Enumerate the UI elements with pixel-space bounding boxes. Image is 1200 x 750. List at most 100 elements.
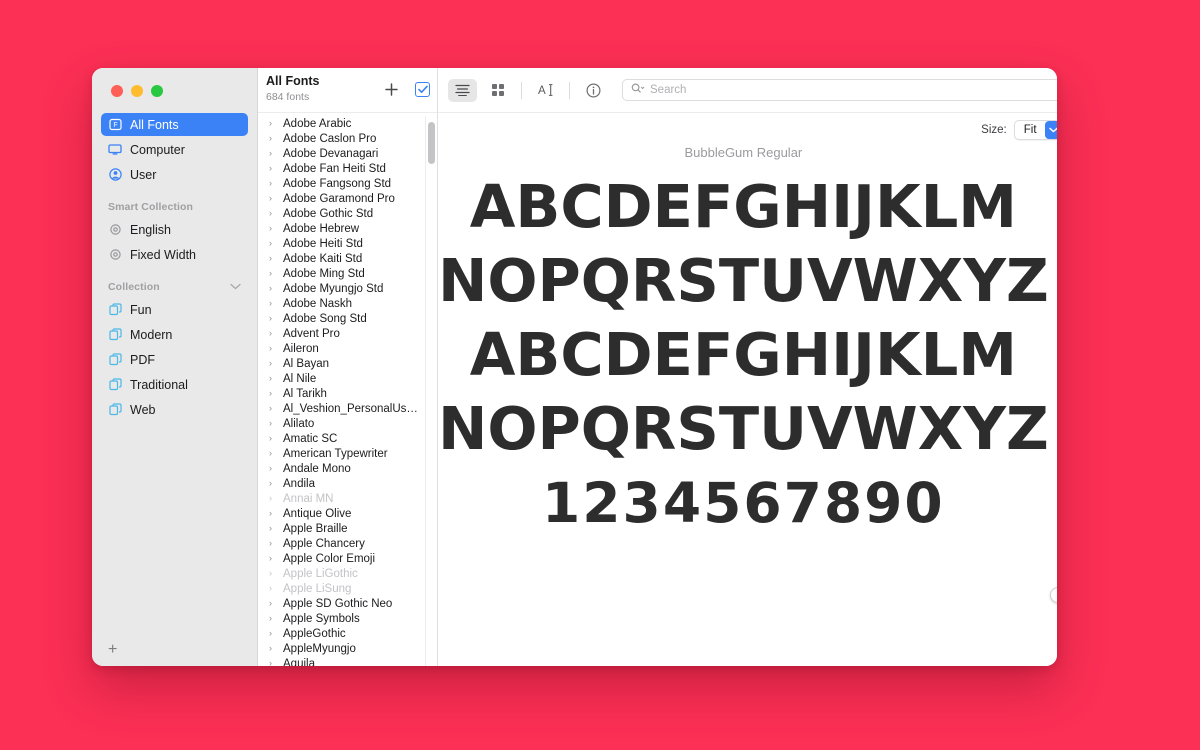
font-list-item[interactable]: › Amatic SC — [258, 431, 437, 446]
font-list-item[interactable]: › Adobe Heiti Std — [258, 236, 437, 251]
validate-fonts-checkbox[interactable] — [414, 81, 431, 98]
chevron-right-icon[interactable]: › — [269, 404, 276, 413]
font-list-scrollbar[interactable] — [428, 116, 435, 662]
font-list-item[interactable]: › Apple LiSung — [258, 581, 437, 596]
chevron-right-icon[interactable]: › — [269, 464, 276, 473]
chevron-right-icon[interactable]: › — [269, 254, 276, 263]
custom-text-button[interactable]: A — [531, 79, 560, 102]
font-list-item[interactable]: › Adobe Kaiti Std — [258, 251, 437, 266]
font-list-item[interactable]: › Al Bayan — [258, 356, 437, 371]
sidebar-item-user[interactable]: User — [101, 163, 248, 186]
add-collection-button[interactable]: + — [92, 634, 257, 666]
sidebar-item-english[interactable]: English — [101, 218, 248, 241]
font-list-item[interactable]: › Adobe Arabic — [258, 116, 437, 131]
font-list-item[interactable]: › Aquila — [258, 656, 437, 667]
chevron-right-icon[interactable]: › — [269, 194, 276, 203]
chevron-right-icon[interactable]: › — [269, 119, 276, 128]
chevron-right-icon[interactable]: › — [269, 179, 276, 188]
font-list-item[interactable]: › Andale Mono — [258, 461, 437, 476]
chevron-right-icon[interactable]: › — [269, 584, 276, 593]
chevron-right-icon[interactable]: › — [269, 539, 276, 548]
font-list-item[interactable]: › American Typewriter — [258, 446, 437, 461]
close-button[interactable] — [111, 84, 123, 97]
chevron-right-icon[interactable]: › — [269, 554, 276, 563]
chevron-right-icon[interactable]: › — [269, 449, 276, 458]
chevron-right-icon[interactable]: › — [269, 344, 276, 353]
font-list-item[interactable]: › Adobe Naskh — [258, 296, 437, 311]
chevron-right-icon[interactable]: › — [269, 314, 276, 323]
font-list-item[interactable]: › Adobe Caslon Pro — [258, 131, 437, 146]
zoom-button[interactable] — [151, 84, 163, 97]
chevron-right-icon[interactable]: › — [269, 224, 276, 233]
font-list-item[interactable]: › Adobe Fan Heiti Std — [258, 161, 437, 176]
sidebar-item-computer[interactable]: Computer — [101, 138, 248, 161]
font-list-item[interactable]: › Al Nile — [258, 371, 437, 386]
font-list-item[interactable]: › Adobe Gothic Std — [258, 206, 437, 221]
chevron-right-icon[interactable]: › — [269, 659, 276, 667]
font-list-item[interactable]: › Annai MN — [258, 491, 437, 506]
font-list-item[interactable]: › Apple LiGothic — [258, 566, 437, 581]
chevron-right-icon[interactable]: › — [269, 374, 276, 383]
add-font-button[interactable] — [383, 81, 400, 98]
minimize-button[interactable] — [131, 84, 143, 97]
chevron-right-icon[interactable]: › — [269, 419, 276, 428]
font-list-item[interactable]: › Al Tarikh — [258, 386, 437, 401]
font-list-item[interactable]: › Adobe Devanagari — [258, 146, 437, 161]
font-list-item[interactable]: › Apple SD Gothic Neo — [258, 596, 437, 611]
chevron-right-icon[interactable]: › — [269, 149, 276, 158]
sample-view-button[interactable] — [448, 78, 477, 102]
font-list-item[interactable]: › Andila — [258, 476, 437, 491]
chevron-right-icon[interactable]: › — [269, 614, 276, 623]
font-list-item[interactable]: › Adobe Song Std — [258, 311, 437, 326]
chevron-right-icon[interactable]: › — [269, 284, 276, 293]
sidebar-item-traditional[interactable]: Traditional — [101, 373, 248, 396]
chevron-right-icon[interactable]: › — [269, 434, 276, 443]
font-list-item[interactable]: › Aileron — [258, 341, 437, 356]
font-list-item[interactable]: › Advent Pro — [258, 326, 437, 341]
repertoire-view-button[interactable] — [483, 79, 512, 102]
sidebar-item-all-fonts[interactable]: F All Fonts — [101, 113, 248, 136]
chevron-right-icon[interactable]: › — [269, 569, 276, 578]
font-list-item[interactable]: › Apple Symbols — [258, 611, 437, 626]
chevron-right-icon[interactable]: › — [269, 509, 276, 518]
sidebar-item-fun[interactable]: Fun — [101, 298, 248, 321]
chevron-right-icon[interactable]: › — [269, 644, 276, 653]
chevron-right-icon[interactable]: › — [269, 299, 276, 308]
chevron-right-icon[interactable]: › — [269, 164, 276, 173]
font-list-item[interactable]: › Apple Color Emoji — [258, 551, 437, 566]
font-list-item[interactable]: › Adobe Garamond Pro — [258, 191, 437, 206]
info-button[interactable] — [579, 79, 608, 102]
font-list-item[interactable]: › Adobe Fangsong Std — [258, 176, 437, 191]
font-list-item[interactable]: › Al_Veshion_PersonalUs… — [258, 401, 437, 416]
chevron-right-icon[interactable]: › — [269, 239, 276, 248]
chevron-right-icon[interactable]: › — [269, 359, 276, 368]
font-list-item[interactable]: › Apple Chancery — [258, 536, 437, 551]
chevron-right-icon[interactable]: › — [269, 329, 276, 338]
chevron-right-icon[interactable]: › — [269, 389, 276, 398]
search-field[interactable]: Search — [622, 79, 1057, 101]
font-list-item[interactable]: › Apple Braille — [258, 521, 437, 536]
font-list[interactable]: › Adobe Arabic › Adobe Caslon Pro › Adobe Dev… — [258, 113, 437, 667]
chevron-down-icon[interactable] — [230, 281, 241, 293]
sidebar-item-fixed-width[interactable]: Fixed Width — [101, 243, 248, 266]
size-slider[interactable] — [1049, 171, 1057, 656]
chevron-right-icon[interactable]: › — [269, 494, 276, 503]
chevron-right-icon[interactable]: › — [269, 479, 276, 488]
sidebar-item-web[interactable]: Web — [101, 398, 248, 421]
font-list-item[interactable]: › AppleGothic — [258, 626, 437, 641]
size-select[interactable]: Fit — [1013, 120, 1057, 140]
font-list-item[interactable]: › Antique Olive — [258, 506, 437, 521]
font-list-item[interactable]: › AppleMyungjo — [258, 641, 437, 656]
chevron-right-icon[interactable]: › — [269, 599, 276, 608]
sidebar-item-modern[interactable]: Modern — [101, 323, 248, 346]
chevron-right-icon[interactable]: › — [269, 209, 276, 218]
chevron-right-icon[interactable]: › — [269, 269, 276, 278]
chevron-down-icon[interactable] — [1044, 121, 1057, 139]
chevron-right-icon[interactable]: › — [269, 524, 276, 533]
font-list-item[interactable]: › Alilato — [258, 416, 437, 431]
slider-knob[interactable] — [1049, 587, 1057, 603]
chevron-right-icon[interactable]: › — [269, 629, 276, 638]
chevron-right-icon[interactable]: › — [269, 134, 276, 143]
sidebar-item-pdf[interactable]: PDF — [101, 348, 248, 371]
font-list-item[interactable]: › Adobe Myungjo Std — [258, 281, 437, 296]
